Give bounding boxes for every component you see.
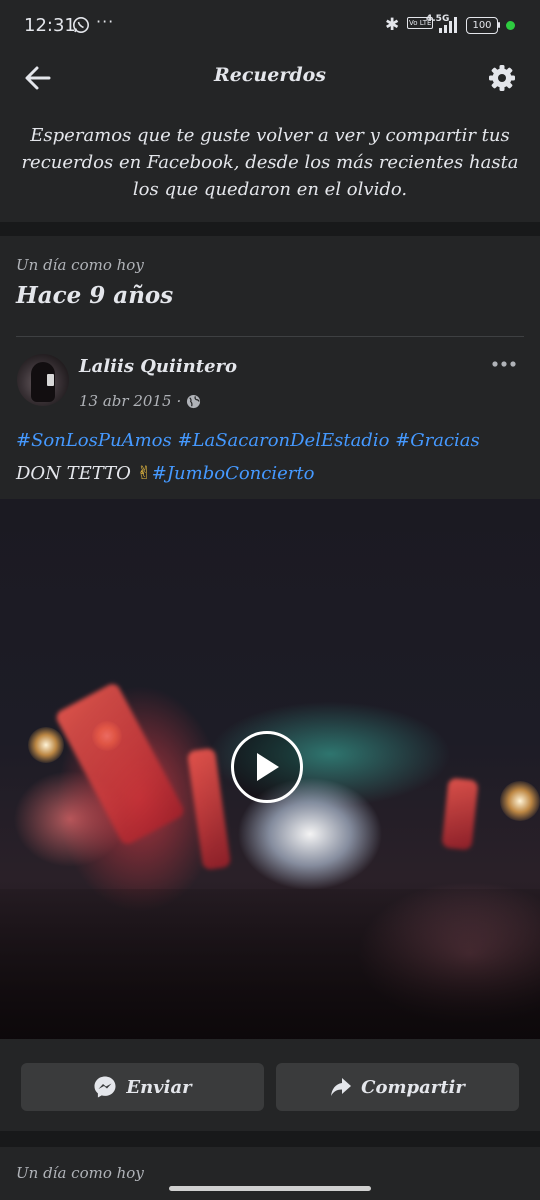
play-icon — [257, 753, 279, 781]
send-button[interactable]: Enviar — [21, 1063, 264, 1111]
whatsapp-icon — [73, 17, 89, 33]
caption-line-2: DON TETTO ✌#JumboConcierto — [16, 457, 526, 490]
crowd-flag — [441, 777, 479, 851]
share-button[interactable]: Compartir — [276, 1063, 519, 1111]
next-memory-subtitle: Un día como hoy — [16, 1164, 144, 1182]
status-bar: 12:31 ··· ✱ Vo LTE 4.5G 100 — [0, 0, 540, 52]
battery-level: 100 — [472, 20, 492, 31]
post-date[interactable]: 13 abr 2015 — [79, 392, 172, 410]
share-label: Compartir — [361, 1076, 465, 1098]
camera-indicator-dot — [506, 21, 515, 30]
battery-tip — [498, 22, 500, 28]
memories-header: Recuerdos Esperamos que te guste volver … — [0, 52, 540, 222]
status-time: 12:31 — [24, 15, 76, 36]
caption-text: DON TETTO — [16, 463, 131, 484]
post-options-button[interactable] — [488, 354, 520, 374]
post-meta: 13 abr 2015 · — [79, 392, 201, 410]
home-indicator[interactable] — [169, 1186, 371, 1191]
memory-years-ago: Hace 9 años — [16, 282, 174, 309]
send-label: Enviar — [126, 1076, 192, 1098]
hashtag-link[interactable]: #Gracias — [395, 430, 480, 451]
crowd-flag — [186, 747, 232, 871]
signal-icon — [439, 17, 457, 33]
crowd-flag — [53, 681, 187, 847]
memory-subtitle: Un día como hoy — [16, 256, 144, 274]
more-horizontal-icon — [492, 361, 516, 367]
status-more-icon: ··· — [96, 12, 115, 31]
intro-text: Esperamos que te guste volver a ver y co… — [21, 125, 519, 200]
stage-light — [28, 727, 64, 763]
post-caption: #SonLosPuAmos #LaSacaronDelEstadio #Grac… — [16, 424, 526, 490]
settings-button[interactable] — [485, 61, 519, 95]
meta-separator: · — [176, 392, 182, 410]
next-memory-card: Un día como hoy — [0, 1147, 540, 1200]
hashtag-link[interactable]: #SonLosPuAmos — [16, 430, 172, 451]
page-title: Recuerdos — [213, 64, 326, 86]
avatar[interactable] — [17, 354, 69, 406]
play-button[interactable] — [231, 731, 303, 803]
divider — [16, 336, 524, 337]
messenger-icon — [94, 1076, 116, 1098]
hashtag-link[interactable]: #LaSacaronDelEstadio — [177, 430, 389, 451]
bluetooth-icon: ✱ — [385, 15, 400, 35]
battery-icon: 100 — [466, 17, 498, 34]
caption-line-1: #SonLosPuAmos #LaSacaronDelEstadio #Grac… — [16, 424, 526, 457]
gear-icon — [489, 65, 515, 91]
globe-icon — [187, 394, 201, 408]
hashtag-link[interactable]: #JumboConcierto — [152, 463, 315, 484]
stage-light — [500, 781, 540, 821]
crowd-silhouette — [0, 889, 540, 1039]
post-author[interactable]: Laliis Quiintero — [79, 356, 237, 377]
victory-hand-emoji: ✌ — [136, 463, 152, 484]
share-arrow-icon — [331, 1078, 352, 1096]
post-video[interactable] — [0, 499, 540, 1039]
memory-card: Un día como hoy Hace 9 años Laliis Quiin… — [0, 236, 540, 1131]
avatar-phone — [47, 374, 54, 386]
